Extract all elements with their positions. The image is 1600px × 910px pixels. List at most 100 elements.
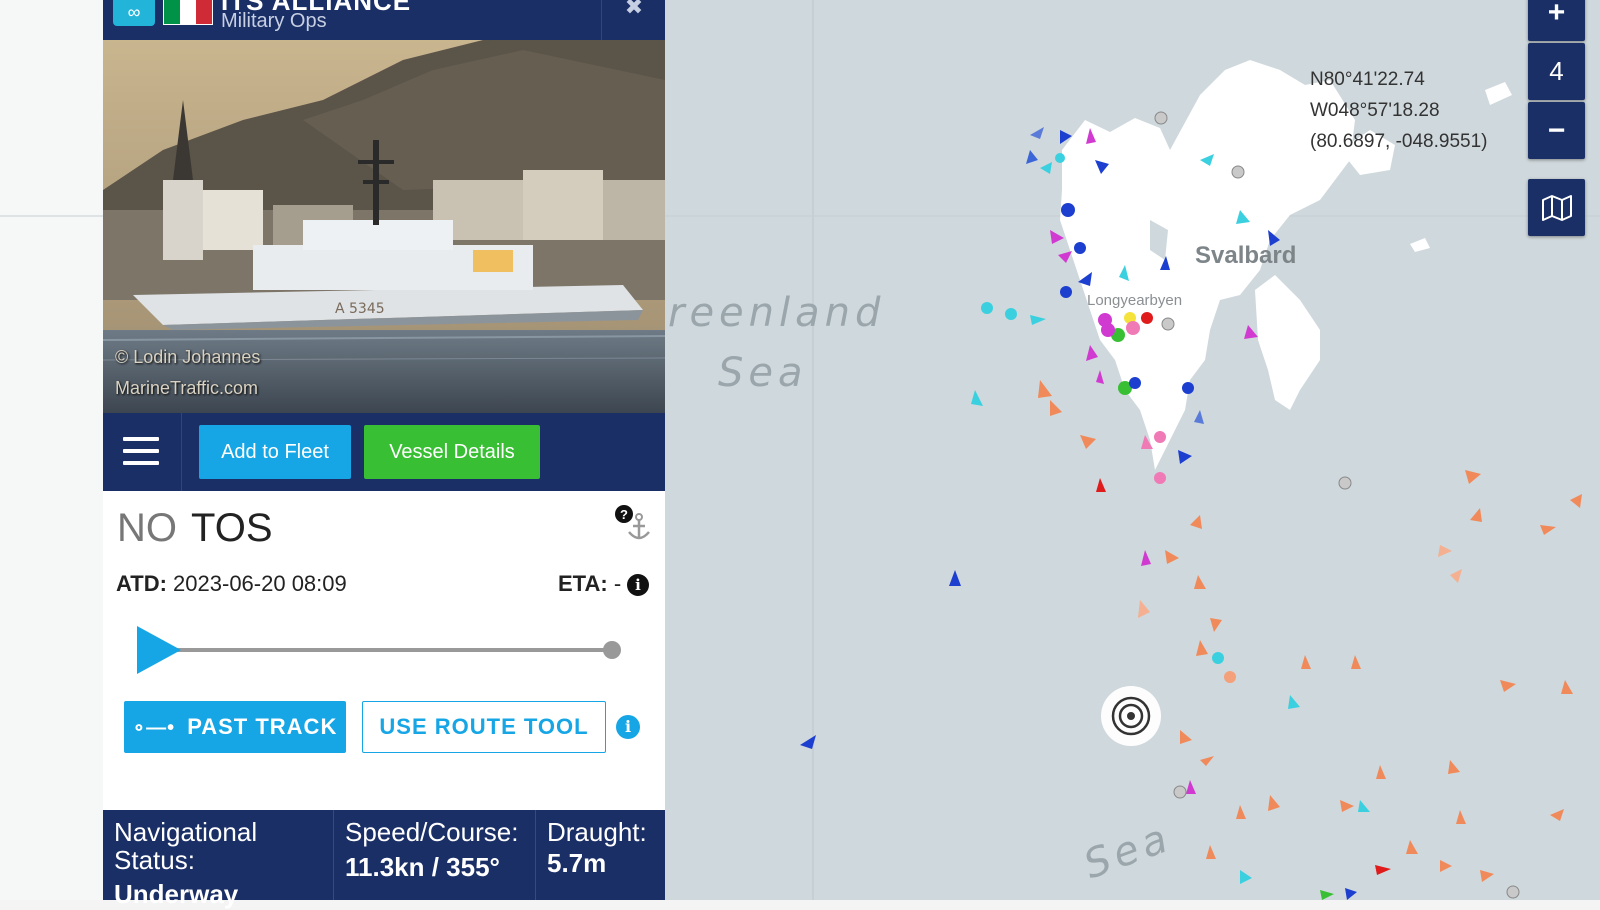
vessel-dot <box>1126 321 1140 335</box>
small-island <box>1410 238 1430 252</box>
vessel-marker <box>1236 805 1246 819</box>
map-layers-icon <box>1541 194 1572 221</box>
chain-link-icon[interactable]: ∞ <box>113 0 155 26</box>
selected-vessel-target <box>1101 686 1161 746</box>
vessel-marker <box>1301 655 1311 669</box>
draught-cell: Draught: 5.7m <box>536 810 665 900</box>
draught-label: Draught: <box>547 817 647 847</box>
map-layers-button[interactable] <box>1528 179 1585 236</box>
draught-value: 5.7m <box>547 848 607 878</box>
italy-flag <box>163 0 213 25</box>
vessel-marker <box>1540 525 1556 535</box>
vessel-marker <box>1086 345 1098 361</box>
cursor-coordinates: N80°41'22.74 W048°57'18.28 (80.6897, -04… <box>1310 64 1487 157</box>
vessel-marker <box>1465 470 1481 484</box>
vessel-marker <box>1561 680 1573 694</box>
coord-decimal: (80.6897, -048.9551) <box>1310 131 1488 152</box>
vessel-dot <box>1224 671 1236 683</box>
close-icon[interactable]: ✖ <box>601 0 666 40</box>
sea-label-greenland-2: Sea <box>718 350 808 396</box>
vessel-dot <box>1182 382 1194 394</box>
vessel-marker <box>1351 655 1361 669</box>
vessel-marker <box>1406 840 1418 854</box>
vessel-marker <box>1438 545 1452 557</box>
speed-course-cell: Speed/Course: 11.3kn / 355° <box>334 810 536 900</box>
vessel-details-button[interactable]: Vessel Details <box>364 425 540 479</box>
vessel-dot <box>1161 317 1175 331</box>
voyage-progress-arrow <box>137 626 181 674</box>
vessel-dot <box>1005 308 1017 320</box>
use-route-tool-button[interactable]: USE ROUTE TOOL <box>362 701 606 753</box>
vessel-dot <box>1055 153 1065 163</box>
speed-course-label: Speed/Course: <box>345 817 519 847</box>
photo-credit-source: MarineTraffic.com <box>115 378 259 398</box>
route-info-icon[interactable]: i <box>616 715 640 739</box>
vessel-dot <box>1060 286 1072 298</box>
vessel-marker <box>1210 618 1222 632</box>
vessel-marker <box>1500 680 1516 692</box>
eta-row: ETA: - <box>558 571 621 597</box>
zoom-level-indicator: 4 <box>1528 43 1585 100</box>
vessel-dot <box>1101 323 1115 337</box>
track-line-icon: ∘—• <box>132 716 176 739</box>
vessel-marker <box>1440 860 1452 872</box>
vessel-photo[interactable]: A 5345 © Lodin Johannes MarineTraffic.co… <box>103 40 665 413</box>
vessel-type: Military Ops <box>221 10 327 32</box>
vessel-marker <box>949 570 961 586</box>
nav-status-label-line1: Navigational <box>114 817 258 847</box>
vessel-marker <box>1141 550 1151 566</box>
land-label-svalbard: Svalbard <box>1195 242 1297 269</box>
vessel-dot <box>1231 165 1245 179</box>
status-bar: Navigational Status: Underway Speed/Cour… <box>103 810 665 909</box>
vessel-marker <box>1040 162 1052 174</box>
vessel-marker <box>1096 370 1104 384</box>
vessel-marker <box>1550 809 1564 821</box>
vessel-dot <box>1061 203 1075 217</box>
vessel-marker <box>1570 494 1582 508</box>
photo-credit-author: © Lodin Johannes <box>115 347 261 367</box>
add-to-fleet-button[interactable]: Add to Fleet <box>199 425 351 479</box>
vessel-dot <box>1154 111 1168 125</box>
past-track-label: PAST TRACK <box>187 714 338 739</box>
vessel-marker <box>800 735 816 749</box>
vessel-dot <box>1173 785 1187 799</box>
vessel-marker <box>1448 760 1460 774</box>
hamburger-menu-icon[interactable] <box>123 437 159 467</box>
vessel-marker <box>971 390 983 406</box>
vessel-marker <box>1030 127 1044 139</box>
atd-label: ATD: <box>116 571 167 596</box>
nav-status-label-line2: Status: <box>114 845 195 875</box>
vessel-marker <box>1080 435 1096 449</box>
zoom-out-button[interactable]: − <box>1528 102 1585 159</box>
vessel-marker <box>1096 478 1106 492</box>
nav-status-cell: Navigational Status: Underway <box>103 810 334 909</box>
past-track-button[interactable]: ∘—• PAST TRACK <box>124 701 346 753</box>
eta-info-icon[interactable]: i <box>627 574 649 596</box>
vessel-marker <box>1194 410 1204 424</box>
vessel-marker <box>1268 795 1280 811</box>
vessel-marker <box>1200 756 1214 766</box>
kvitoya-island <box>1485 82 1512 105</box>
vessel-marker <box>1138 600 1150 618</box>
vessel-marker <box>1038 380 1052 398</box>
vessel-marker <box>1358 800 1370 812</box>
svalbard-edgeoya-land <box>1255 275 1320 410</box>
vessel-marker <box>1190 515 1202 529</box>
anchor-help-icon[interactable]: ? <box>613 504 653 544</box>
vessel-dot <box>1506 885 1520 899</box>
vessel-marker <box>1058 251 1072 263</box>
vessel-marker <box>1288 695 1300 709</box>
vessel-marker <box>1186 780 1196 794</box>
vessel-marker <box>1244 325 1258 339</box>
vessel-marker <box>1180 730 1192 744</box>
vessel-marker <box>1196 640 1208 656</box>
vessel-marker <box>1375 865 1391 875</box>
town-label-longyearbyen: Longyearbyen <box>1087 292 1183 309</box>
vessel-marker <box>1050 400 1062 416</box>
vessel-marker <box>1480 870 1494 882</box>
vessel-marker <box>1206 845 1216 859</box>
vessel-marker <box>1450 569 1462 583</box>
zoom-in-button[interactable]: + <box>1528 0 1585 41</box>
vessel-marker <box>1470 508 1482 522</box>
vessel-marker <box>1030 315 1046 325</box>
